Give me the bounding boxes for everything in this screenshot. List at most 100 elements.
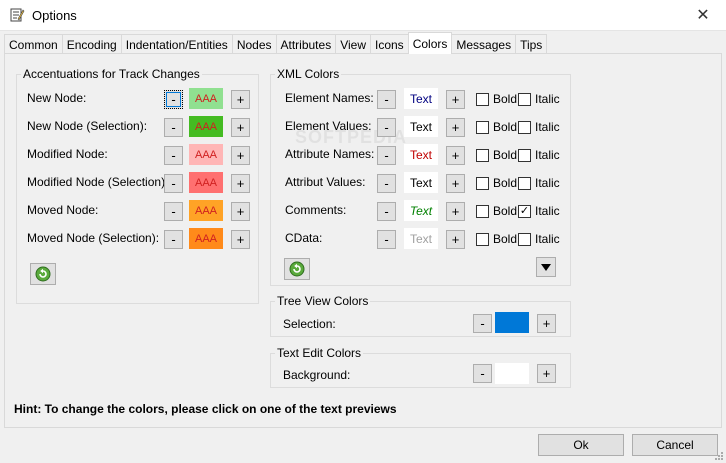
track-change-decrease-button[interactable]: - — [164, 230, 183, 249]
bold-label: Bold — [493, 204, 518, 218]
xml-color-text-preview[interactable]: Text — [404, 200, 438, 221]
xml-color-increase-button[interactable]: + — [446, 90, 465, 109]
tab-label: Icons — [375, 37, 404, 52]
track-change-decrease-button[interactable]: - — [164, 118, 183, 137]
bold-label: Bold — [493, 176, 518, 190]
xml-color-text-preview[interactable]: Text — [404, 88, 438, 109]
xml-color-text-preview[interactable]: Text — [404, 116, 438, 137]
track-change-increase-button[interactable]: + — [231, 174, 250, 193]
xml-color-increase-button[interactable]: + — [446, 118, 465, 137]
tab-indentation-entities[interactable]: Indentation/Entities — [120, 34, 232, 54]
background-increase-button[interactable]: + — [537, 364, 556, 383]
hint-text: Hint: To change the colors, please click… — [14, 402, 397, 416]
tab-label: Common — [9, 37, 58, 52]
italic-label: Italic — [535, 92, 560, 106]
italic-label: Italic — [535, 148, 560, 162]
triangle-down-icon — [541, 263, 551, 271]
xml-color-decrease-button[interactable]: - — [377, 202, 396, 221]
track-change-sample[interactable]: AAA — [189, 88, 223, 109]
track-change-sample[interactable]: AAA — [189, 116, 223, 137]
selection-increase-button[interactable]: + — [537, 314, 556, 333]
bold-label: Bold — [493, 232, 518, 246]
reset-icon — [35, 266, 51, 282]
bold-label: Bold — [493, 92, 518, 106]
xml-color-text-preview[interactable]: Text — [404, 144, 438, 165]
track-change-decrease-button[interactable]: - — [164, 90, 183, 109]
xml-color-increase-button[interactable]: + — [446, 174, 465, 193]
track-change-increase-button[interactable]: + — [231, 202, 250, 221]
close-button[interactable]: ✕ — [680, 0, 726, 30]
tab-label: Colors — [412, 36, 448, 51]
background-decrease-button[interactable]: - — [473, 364, 492, 383]
xml-color-decrease-button[interactable]: - — [377, 146, 396, 165]
italic-checkbox[interactable]: ✓ — [518, 205, 531, 218]
bold-checkbox[interactable] — [476, 205, 489, 218]
tab-colors[interactable]: Colors — [407, 32, 453, 54]
bold-label: Bold — [493, 148, 518, 162]
xml-colors-reset-button[interactable] — [284, 258, 310, 280]
tab-tips[interactable]: Tips — [515, 34, 548, 54]
bold-checkbox[interactable] — [476, 177, 489, 190]
track-change-label: Moved Node: — [27, 203, 99, 217]
xml-color-increase-button[interactable]: + — [446, 146, 465, 165]
selection-decrease-button[interactable]: - — [473, 314, 492, 333]
xml-color-text-preview[interactable]: Text — [404, 228, 438, 249]
track-change-label: Modified Node: — [27, 147, 108, 161]
tab-icons[interactable]: Icons — [370, 34, 408, 54]
tab-bar: Common Encoding Indentation/Entities Nod… — [4, 32, 548, 54]
italic-label: Italic — [535, 120, 560, 134]
track-change-increase-button[interactable]: + — [231, 118, 250, 137]
xml-color-label: Attribute Names: — [285, 147, 375, 161]
track-changes-reset-button[interactable] — [30, 263, 56, 285]
resize-grip-icon[interactable] — [714, 451, 724, 461]
title-bar: Options ✕ — [0, 0, 726, 31]
track-change-sample[interactable]: AAA — [189, 200, 223, 221]
xml-color-decrease-button[interactable]: - — [377, 174, 396, 193]
track-change-decrease-button[interactable]: - — [164, 174, 183, 193]
xml-color-decrease-button[interactable]: - — [377, 90, 396, 109]
italic-checkbox[interactable] — [518, 121, 531, 134]
background-color-swatch[interactable] — [495, 363, 529, 384]
italic-checkbox[interactable] — [518, 177, 531, 190]
tab-attributes[interactable]: Attributes — [275, 34, 336, 54]
italic-checkbox[interactable] — [518, 233, 531, 246]
xml-color-increase-button[interactable]: + — [446, 202, 465, 221]
tab-encoding[interactable]: Encoding — [61, 34, 121, 54]
tab-label: View — [340, 37, 366, 52]
tab-common[interactable]: Common — [4, 34, 62, 54]
track-change-label: Moved Node (Selection): — [27, 231, 160, 245]
bold-checkbox[interactable] — [476, 149, 489, 162]
selection-label: Selection: — [283, 317, 336, 331]
track-change-increase-button[interactable]: + — [231, 90, 250, 109]
bold-checkbox[interactable] — [476, 121, 489, 134]
cancel-button[interactable]: Cancel — [632, 434, 718, 456]
tab-label: Tips — [520, 37, 543, 52]
tab-label: Messages — [456, 37, 512, 52]
italic-checkbox[interactable] — [518, 93, 531, 106]
selection-color-swatch[interactable] — [495, 312, 529, 333]
track-change-sample[interactable]: AAA — [189, 172, 223, 193]
track-change-increase-button[interactable]: + — [231, 230, 250, 249]
track-change-increase-button[interactable]: + — [231, 146, 250, 165]
track-change-sample[interactable]: AAA — [189, 144, 223, 165]
xml-color-increase-button[interactable]: + — [446, 230, 465, 249]
italic-checkbox[interactable] — [518, 149, 531, 162]
track-change-decrease-button[interactable]: - — [164, 146, 183, 165]
tab-nodes[interactable]: Nodes — [231, 34, 276, 54]
xml-color-label: CData: — [285, 231, 323, 245]
tab-view[interactable]: View — [335, 34, 370, 54]
tab-messages[interactable]: Messages — [452, 34, 516, 54]
ok-button[interactable]: Ok — [538, 434, 624, 456]
track-changes-group: Accentuations for Track Changes New Node… — [16, 67, 259, 304]
track-change-sample[interactable]: AAA — [189, 228, 223, 249]
xml-colors-dropdown-button[interactable] — [536, 257, 556, 277]
xml-color-decrease-button[interactable]: - — [377, 230, 396, 249]
bold-checkbox[interactable] — [476, 233, 489, 246]
xml-color-decrease-button[interactable]: - — [377, 118, 396, 137]
track-change-decrease-button[interactable]: - — [164, 202, 183, 221]
track-change-label: Modified Node (Selection): — [27, 175, 169, 189]
xml-color-text-preview[interactable]: Text — [404, 172, 438, 193]
xml-color-label: Element Values: — [285, 119, 372, 133]
bold-checkbox[interactable] — [476, 93, 489, 106]
tree-view-colors-title: Tree View Colors — [275, 294, 371, 308]
